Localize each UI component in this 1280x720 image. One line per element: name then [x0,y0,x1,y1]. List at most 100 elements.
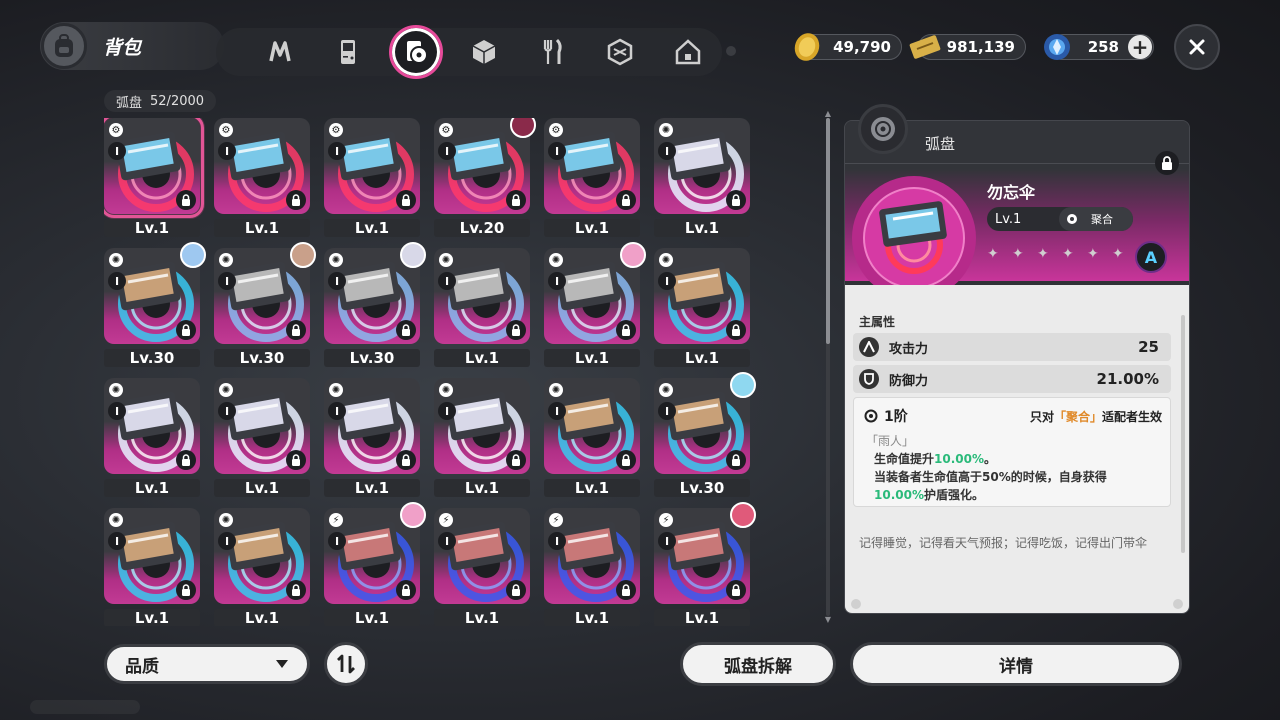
currency-gold: 49,790 [794,33,902,61]
disc-card[interactable]: ✺ I Lv.1 [654,118,750,238]
inventory-label: 弧盘 [116,95,143,111]
disc-card[interactable]: ✺ I Lv.1 [654,248,750,368]
rank-icon: I [108,142,126,160]
disc-card[interactable]: ✺ I Lv.1 [104,378,200,498]
flavor-text: 记得睡觉，记得看天气预报；记得吃饭，记得出门带伞 [859,536,1148,550]
disc-card[interactable]: ✺ I Lv.30 [214,242,316,368]
tier-value: 1阶 [884,409,908,425]
disc-card[interactable]: ✺ I Lv.1 [324,378,420,498]
cube-outline-icon [607,38,633,66]
disc-detail-panel: 弧盘 勿忘伞 Lv.1 聚合 ✦ ✦ ✦ ✦ ✦ ✦ A 主属性 攻击力 25 … [844,120,1190,614]
element-icon: ⚡ [549,513,563,527]
skill-description: 生命值提升10.00%。 当装备者生命值高于50%的时候，自身获得 10.00%… [874,450,1164,504]
lock-icon [396,320,416,340]
disc-card[interactable]: ⚙ I Lv.1 [324,118,420,238]
tab-disc[interactable] [382,25,450,79]
category-tabs [216,25,722,79]
lock-icon [286,450,306,470]
disc-card[interactable]: ✺ I Lv.1 [214,508,310,626]
dismantle-button[interactable]: 弧盘拆解 [680,642,836,686]
backpack-header: 背包 [40,22,224,70]
details-button[interactable]: 详情 [850,642,1182,686]
disc-card[interactable]: ⚙ I Lv.20 [434,118,536,238]
disc-card[interactable]: ⚙ I Lv.1 [214,118,310,238]
disc-card-frame: ✺ I [434,378,530,474]
scroll-down-arrow[interactable]: ▼ [822,616,834,624]
crystal-icon [1044,34,1070,60]
currency-gold-value: 49,790 [833,38,891,56]
element-icon: ✺ [219,253,233,267]
scroll-up-arrow[interactable]: ▲ [822,110,834,118]
disc-card-frame: ✺ I [324,378,420,474]
disc-card-frame: ⚙ I [214,118,310,214]
tab-gameboy[interactable] [314,28,382,76]
lock-icon [396,190,416,210]
disc-card[interactable]: ✺ I Lv.1 [544,242,646,368]
faded-hint [30,700,140,714]
rank-icon: I [548,142,566,160]
tier-note: 只对「聚合」适配者生效 [1030,408,1162,425]
disc-level-label: Lv.30 [214,349,310,367]
skill-text: 当装备者生命值高于50%的时候，自身获得 [874,470,1107,484]
disc-card[interactable]: ⚡ I Lv.1 [434,508,530,626]
tab-nuclear[interactable] [246,28,314,76]
inventory-count-value: 52/2000 [150,93,205,109]
sort-order-button[interactable] [324,642,368,686]
rank-icon: I [218,402,236,420]
inventory-count: 弧盘 52/2000 [104,90,217,112]
tab-materials[interactable] [586,28,654,76]
detail-lock-button[interactable] [1155,151,1179,175]
attack-icon [859,337,879,357]
element-icon: ⚙ [329,123,343,137]
disc-card[interactable]: ⚡ I Lv.1 [544,508,640,626]
star-icon: ✦ [1012,246,1024,262]
tab-furniture[interactable] [654,28,722,76]
corner-dot [1173,599,1183,609]
disc-level-label: Lv.1 [654,349,750,367]
equipped-character-avatar [730,372,756,398]
disc-card[interactable]: ✺ I Lv.1 [434,378,530,498]
star-icon: ✦ [1087,246,1099,262]
disc-card-frame: ✺ I [214,378,310,474]
disc-card[interactable]: ⚡ I Lv.1 [654,502,756,626]
disc-card[interactable]: ✺ I Lv.30 [654,372,756,498]
disc-card[interactable]: ✺ I Lv.1 [544,378,640,498]
disc-card[interactable]: ⚡ I Lv.1 [324,502,426,626]
grade-badge: A [1135,241,1167,273]
add-crystal-button[interactable]: + [1128,35,1152,59]
rank-icon: I [218,142,236,160]
disc-level-label: Lv.1 [544,479,640,497]
element-icon: ✺ [549,253,563,267]
detail-scrollbar[interactable] [1181,315,1185,553]
lock-icon [616,450,636,470]
tab-food[interactable] [518,28,586,76]
disc-card[interactable]: ⚙ I Lv.1 [544,118,640,238]
lock-icon [176,320,196,340]
rank-icon: I [218,532,236,550]
lock-icon [176,190,196,210]
element-icon: ⚙ [439,123,453,137]
quality-filter-dropdown[interactable]: 品质 [104,644,310,684]
close-button[interactable] [1174,24,1220,70]
lock-icon [396,580,416,600]
disc-card-frame: ⚙ I [324,118,420,214]
disc-level-label: Lv.30 [324,349,420,367]
lock-icon [286,320,306,340]
element-icon: ✺ [329,383,343,397]
lock-icon [616,580,636,600]
disc-card[interactable]: ⚙ I Lv.1 [104,118,204,238]
grid-scrollbar-thumb[interactable] [826,118,830,344]
tab-cube[interactable] [450,28,518,76]
disc-card[interactable]: ✺ I Lv.30 [104,242,206,368]
equipped-character-avatar [620,242,646,268]
page-title: 背包 [103,36,142,59]
lock-icon [726,450,746,470]
disc-card[interactable]: ✺ I Lv.30 [324,242,426,368]
lock-icon [506,190,526,210]
details-label: 详情 [999,656,1033,677]
disc-card[interactable]: ✺ I Lv.1 [214,378,310,498]
skill-text: 生命值提升 [874,452,935,466]
disc-card[interactable]: ✺ I Lv.1 [434,248,530,368]
disc-card[interactable]: ✺ I Lv.1 [104,508,200,626]
tier-note-suffix: 适配者生效 [1101,410,1162,424]
